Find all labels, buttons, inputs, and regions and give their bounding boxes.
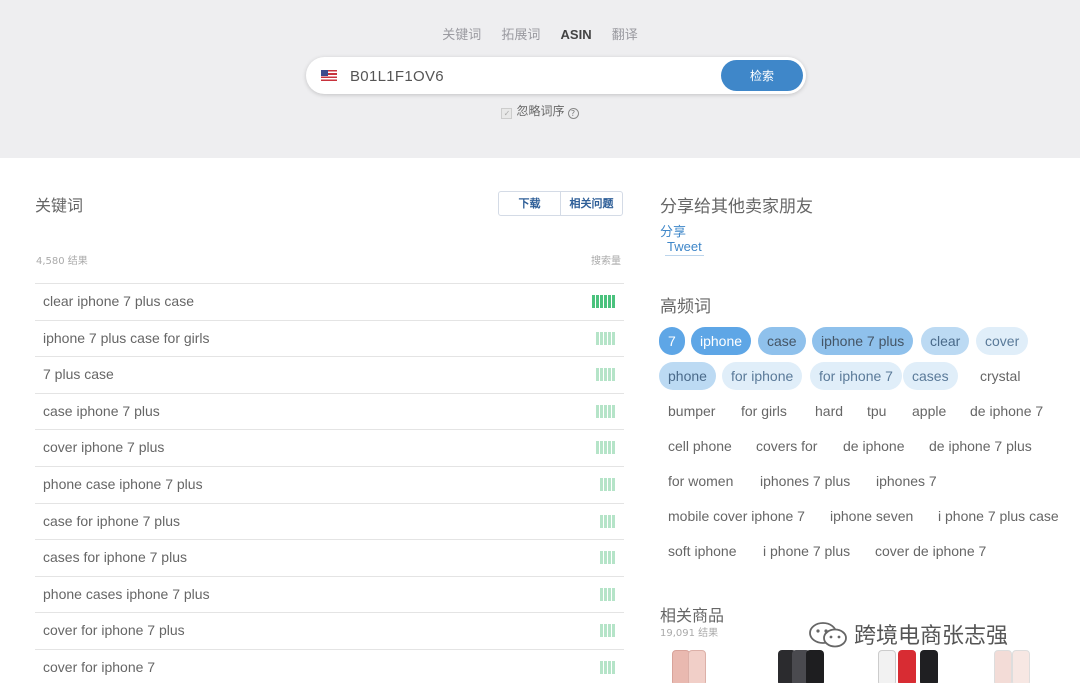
- keyword-row[interactable]: 7 plus case: [35, 357, 624, 394]
- high-frequency-tag[interactable]: cell phone: [659, 432, 741, 460]
- search-volume-bars: [600, 514, 615, 528]
- search-volume-bars: [592, 295, 615, 308]
- high-frequency-tag[interactable]: for women: [659, 467, 742, 495]
- ignore-order-option[interactable]: ✓ 忽略词序?: [0, 102, 1080, 119]
- keyword-row[interactable]: case for iphone 7 plus: [35, 504, 624, 541]
- high-frequency-tag[interactable]: covers for: [747, 432, 826, 460]
- keyword-text[interactable]: iphone 7 plus case for girls: [43, 330, 210, 346]
- keyword-row[interactable]: cover for iphone 7 plus: [35, 613, 624, 650]
- share-link[interactable]: 分享: [660, 221, 686, 240]
- product-thumbnail[interactable]: [878, 650, 948, 683]
- high-frequency-tag[interactable]: hard: [806, 397, 852, 425]
- high-frequency-tag[interactable]: 7: [659, 327, 685, 355]
- keyword-row[interactable]: phone case iphone 7 plus: [35, 467, 624, 504]
- high-frequency-tag[interactable]: de iphone 7: [961, 397, 1052, 425]
- high-frequency-tag[interactable]: soft iphone: [659, 537, 746, 565]
- keyword-text[interactable]: cases for iphone 7 plus: [43, 549, 187, 565]
- keyword-text[interactable]: phone case iphone 7 plus: [43, 476, 203, 492]
- us-flag-icon[interactable]: [321, 70, 337, 81]
- related-products-count: 19,091 结果: [660, 628, 719, 639]
- high-frequency-tag[interactable]: for iphone 7: [810, 362, 902, 390]
- search-volume-bars: [596, 331, 615, 345]
- watermark: 跨境电商张志强: [808, 618, 1008, 650]
- search-volume-bars: [600, 624, 615, 638]
- keyword-text[interactable]: case for iphone 7 plus: [43, 513, 180, 529]
- high-frequency-tag[interactable]: iphone: [691, 327, 752, 355]
- help-icon[interactable]: ?: [567, 108, 579, 119]
- product-thumbnail[interactable]: [778, 650, 826, 683]
- results-count: 4,580 结果: [36, 256, 88, 267]
- related-questions-button[interactable]: 相关问题: [560, 192, 622, 215]
- search-volume-bars: [596, 404, 615, 418]
- tab-keywords[interactable]: 关键词: [442, 24, 481, 43]
- high-frequency-tag[interactable]: for iphone: [722, 362, 803, 390]
- search-volume-bars: [600, 551, 615, 565]
- keyword-row[interactable]: cover for iphone 7: [35, 650, 624, 683]
- high-frequency-tag[interactable]: iphone seven: [821, 502, 922, 530]
- wechat-icon: [809, 622, 847, 648]
- watermark-text: 跨境电商张志强: [854, 624, 1009, 649]
- high-frequency-tag[interactable]: for girls: [732, 397, 796, 425]
- search-header: 关键词 拓展词 ASIN 翻译 检索 ✓忽略词序?: [0, 0, 1080, 158]
- search-volume-bars: [600, 477, 615, 491]
- high-frequency-tag[interactable]: cover de iphone 7: [866, 537, 995, 565]
- tab-asin[interactable]: ASIN: [561, 27, 592, 42]
- tab-translate[interactable]: 翻译: [612, 24, 638, 43]
- keyword-list: clear iphone 7 plus case iphone 7 plus ca…: [35, 283, 624, 683]
- high-frequency-tag[interactable]: bumper: [659, 397, 724, 425]
- search-volume-bars: [600, 587, 615, 601]
- keyword-actions: 下载 相关问题: [498, 191, 623, 216]
- high-frequency-tag[interactable]: iphone 7 plus: [812, 327, 914, 355]
- keyword-row[interactable]: cases for iphone 7 plus: [35, 540, 624, 577]
- high-frequency-tag[interactable]: i phone 7 plus case: [929, 502, 1068, 530]
- keyword-row[interactable]: cover iphone 7 plus: [35, 430, 624, 467]
- share-title: 分享给其他卖家朋友: [660, 197, 813, 217]
- keyword-row[interactable]: case iphone 7 plus: [35, 394, 624, 431]
- high-frequency-tag[interactable]: crystal: [971, 362, 1029, 390]
- high-frequency-tag[interactable]: tpu: [858, 397, 895, 425]
- high-frequency-tag[interactable]: apple: [903, 397, 955, 425]
- ignore-order-checkbox[interactable]: ✓: [501, 108, 513, 119]
- keyword-text[interactable]: cover for iphone 7 plus: [43, 622, 185, 638]
- keyword-row[interactable]: phone cases iphone 7 plus: [35, 577, 624, 614]
- search-mode-tabs: 关键词 拓展词 ASIN 翻译: [0, 24, 1080, 43]
- high-frequency-title: 高频词: [660, 297, 711, 317]
- high-frequency-tag[interactable]: de iphone: [834, 432, 914, 460]
- keyword-row[interactable]: clear iphone 7 plus case: [35, 284, 624, 321]
- tab-expand-keywords[interactable]: 拓展词: [501, 24, 540, 43]
- keyword-row[interactable]: iphone 7 plus case for girls: [35, 321, 624, 358]
- high-frequency-tag[interactable]: de iphone 7 plus: [920, 432, 1041, 460]
- asin-search-input[interactable]: [350, 65, 710, 87]
- high-frequency-tag[interactable]: cases: [903, 362, 958, 390]
- keyword-text[interactable]: case iphone 7 plus: [43, 403, 160, 419]
- high-frequency-tag[interactable]: cover: [976, 327, 1029, 355]
- download-button[interactable]: 下载: [499, 192, 560, 215]
- high-frequency-tag[interactable]: mobile cover iphone 7: [659, 502, 814, 530]
- keyword-text[interactable]: phone cases iphone 7 plus: [43, 586, 210, 602]
- search-volume-header: 搜索量: [591, 256, 621, 267]
- high-frequency-tag[interactable]: phone: [659, 362, 716, 390]
- keywords-title: 关键词: [35, 196, 84, 215]
- search-bar: 检索: [306, 57, 806, 94]
- keyword-text[interactable]: clear iphone 7 plus case: [43, 293, 194, 309]
- keyword-text[interactable]: 7 plus case: [43, 366, 114, 382]
- search-button[interactable]: 检索: [721, 60, 803, 91]
- ignore-order-label: 忽略词序: [516, 104, 565, 118]
- search-volume-bars: [600, 660, 615, 674]
- related-products-title: 相关商品: [660, 606, 725, 625]
- high-frequency-tag[interactable]: i phone 7 plus: [754, 537, 859, 565]
- product-thumbnail[interactable]: [672, 650, 712, 683]
- search-volume-bars: [596, 441, 615, 455]
- high-frequency-tag[interactable]: iphones 7 plus: [751, 467, 859, 495]
- high-frequency-tag[interactable]: case: [758, 327, 806, 355]
- keyword-text[interactable]: cover for iphone 7: [43, 659, 155, 675]
- tweet-button[interactable]: Tweet: [665, 239, 704, 256]
- high-frequency-tag[interactable]: clear: [921, 327, 970, 355]
- keyword-text[interactable]: cover iphone 7 plus: [43, 439, 164, 455]
- product-thumbnail[interactable]: [988, 650, 1038, 683]
- high-frequency-tag[interactable]: iphones 7: [867, 467, 946, 495]
- search-volume-bars: [596, 368, 615, 382]
